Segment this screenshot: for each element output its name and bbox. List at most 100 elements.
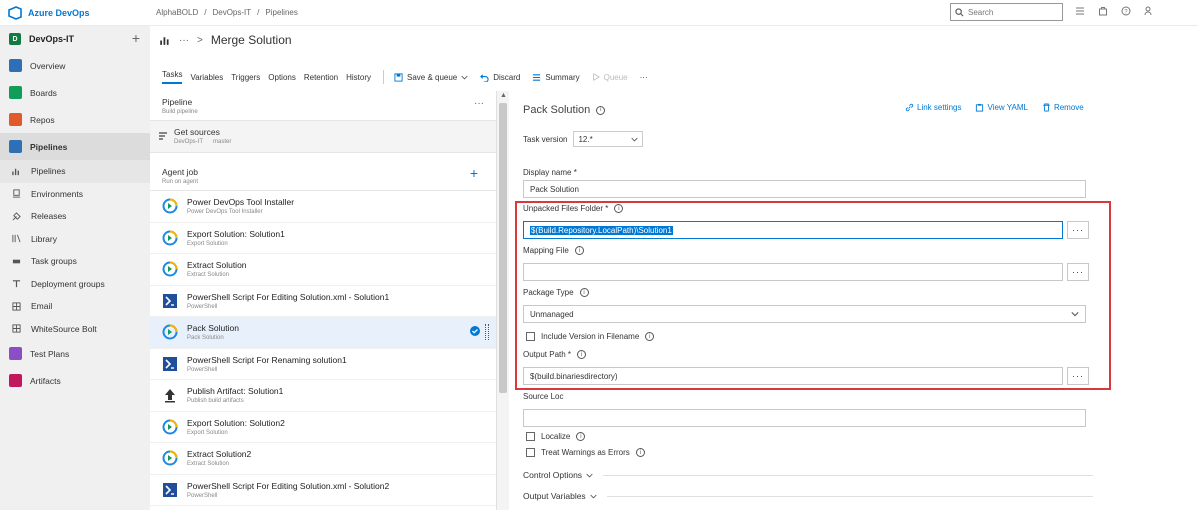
powershell-icon	[162, 356, 178, 372]
list-icon[interactable]	[1075, 6, 1085, 16]
help-icon[interactable]: ?	[1121, 6, 1131, 16]
browse-unpacked-button[interactable]: ···	[1067, 221, 1089, 239]
azure-devops-logo[interactable]: Azure DevOps	[8, 6, 90, 20]
unpacked-folder-input[interactable]: $(Build.Repository.LocalPath)\Solution1	[523, 221, 1063, 239]
tab-tasks[interactable]: Tasks	[162, 70, 183, 84]
tab-options[interactable]: Options	[268, 73, 296, 82]
task-actions: Link settings View YAML Remove	[905, 103, 1084, 112]
include-version-checkbox[interactable]: Include Version in Filename i	[526, 332, 655, 341]
link-settings-button[interactable]: Link settings	[905, 103, 961, 112]
info-icon[interactable]: i	[635, 448, 645, 457]
checkbox-box[interactable]	[526, 432, 535, 441]
search-box[interactable]	[950, 3, 1063, 21]
treat-warnings-checkbox[interactable]: Treat Warnings as Errors i	[526, 448, 645, 457]
breadcrumb-pipelines[interactable]: Pipelines	[265, 8, 297, 17]
sidebar-subitem-deployment-groups[interactable]: Deployment groups	[0, 273, 150, 296]
queue-button[interactable]: Queue	[592, 73, 628, 82]
control-options-section[interactable]: Control Options	[523, 470, 1093, 480]
chevron-down-icon	[586, 473, 593, 478]
task-row[interactable]: Export Solution: Solution2 Export Solutio…	[150, 412, 496, 443]
task-row[interactable]: PowerShell Script For Editing Solution.x…	[150, 475, 496, 506]
info-icon[interactable]: i	[577, 350, 587, 359]
sidebar-subitem-label: Pipelines	[31, 166, 66, 177]
sidebar-subitem-pipelines[interactable]: Pipelines	[0, 160, 150, 183]
task-row[interactable]: Power DevOps Tool Installer Power DevOps …	[150, 191, 496, 223]
sidebar-item-test-plans[interactable]: Test Plans	[0, 340, 150, 367]
tab-variables[interactable]: Variables	[190, 73, 223, 82]
output-path-label: Output Path * i	[523, 350, 587, 359]
tab-retention[interactable]: Retention	[304, 73, 338, 82]
output-variables-section[interactable]: Output Variables	[523, 491, 1093, 501]
sidebar-item-repos[interactable]: Repos	[0, 106, 150, 133]
add-task-icon[interactable]: +	[470, 165, 478, 181]
pipeline-node[interactable]: Pipeline Build pipeline ···	[150, 91, 496, 121]
agent-job-node[interactable]: Agent job Run on agent +	[150, 153, 496, 191]
sidebar-subitem-library[interactable]: Library	[0, 228, 150, 251]
drag-handle-icon[interactable]	[485, 324, 489, 340]
breadcrumb-project[interactable]: DevOps-IT	[212, 8, 251, 17]
package-type-select[interactable]: Unmanaged	[523, 305, 1086, 323]
user-settings-icon[interactable]	[1144, 6, 1154, 16]
tab-triggers[interactable]: Triggers	[231, 73, 260, 82]
info-icon[interactable]: i	[596, 105, 606, 115]
search-input[interactable]	[968, 7, 1058, 17]
checkbox-box[interactable]	[526, 332, 535, 341]
remove-button[interactable]: Remove	[1042, 103, 1084, 112]
sidebar-subitem-whitesource-bolt[interactable]: WhiteSource Bolt	[0, 318, 150, 341]
sidebar-item-artifacts[interactable]: Artifacts	[0, 367, 150, 394]
pipelines-icon	[9, 140, 22, 153]
display-name-input[interactable]: Pack Solution	[523, 180, 1086, 198]
task-row[interactable]: Pack Solution Pack Solution	[150, 317, 496, 349]
localize-checkbox[interactable]: Localize i	[526, 432, 586, 441]
sidebar-item-overview[interactable]: Overview	[0, 52, 150, 79]
new-project-icon[interactable]: +	[132, 30, 140, 46]
view-yaml-button[interactable]: View YAML	[975, 103, 1028, 112]
shopping-bag-icon[interactable]	[1098, 6, 1108, 16]
pipeline-more-button[interactable]: ···	[474, 98, 484, 109]
source-loc-input[interactable]	[523, 409, 1086, 427]
info-icon[interactable]: i	[576, 432, 586, 441]
sidebar-subitem-email[interactable]: Email	[0, 295, 150, 318]
scroll-up-icon[interactable]: ▲	[500, 92, 507, 99]
org-selector[interactable]: D DevOps-IT +	[0, 26, 150, 52]
task-version-select[interactable]: 12.*	[573, 131, 644, 147]
task-row[interactable]: Extract Solution Extract Solution	[150, 254, 496, 286]
summary-icon	[533, 73, 541, 81]
more-actions-button[interactable]: ···	[640, 73, 648, 82]
sidebar-subitem-task-groups[interactable]: Task groups	[0, 250, 150, 273]
sidebar-subitem-environments[interactable]: Environments	[0, 183, 150, 206]
deployment-groups-icon	[12, 280, 21, 288]
output-path-input[interactable]: $(build.binariesdirectory)	[523, 367, 1063, 385]
task-list-scrollbar[interactable]: ▲	[497, 91, 509, 510]
checkbox-box[interactable]	[526, 448, 535, 457]
info-icon[interactable]: i	[645, 332, 655, 341]
more-breadcrumb-button[interactable]: ···	[179, 35, 189, 46]
summary-button[interactable]: Summary	[532, 73, 580, 82]
get-sources-meta: DevOps-IT master	[174, 139, 231, 145]
scrollbar-thumb[interactable]	[499, 103, 507, 393]
sidebar-subitem-releases[interactable]: Releases	[0, 205, 150, 228]
task-row[interactable]: PowerShell Script For Renaming solution1…	[150, 349, 496, 380]
sidebar-item-pipelines[interactable]: Pipelines	[0, 133, 150, 160]
tab-history[interactable]: History	[346, 73, 371, 82]
info-icon[interactable]: i	[614, 204, 624, 213]
get-sources-node[interactable]: Get sources DevOps-IT master	[150, 121, 496, 153]
sidebar-item-boards[interactable]: Boards	[0, 79, 150, 106]
remove-label: Remove	[1053, 103, 1084, 112]
test-plans-icon	[9, 347, 22, 360]
task-row[interactable]: Extract Solution2 Extract Solution	[150, 443, 496, 475]
task-row[interactable]: Publish Artifact: Solution1 Publish build…	[150, 380, 496, 412]
browse-mapping-button[interactable]: ···	[1067, 263, 1089, 281]
mapping-file-input[interactable]	[523, 263, 1063, 281]
sidebar-item-label: Boards	[30, 87, 57, 98]
info-icon[interactable]: i	[579, 288, 589, 297]
save-queue-button[interactable]: Save & queue	[394, 73, 468, 82]
task-row-subtitle: Extract Solution	[187, 272, 230, 279]
browse-output-button[interactable]: ···	[1067, 367, 1089, 385]
task-row[interactable]: Export Solution: Solution1 Export Solutio…	[150, 223, 496, 254]
info-icon[interactable]: i	[574, 246, 584, 255]
discard-button[interactable]: Discard	[480, 73, 520, 82]
task-row[interactable]: PowerShell Script For Editing Solution.x…	[150, 286, 496, 317]
task-rows: Power DevOps Tool Installer Power DevOps …	[150, 191, 496, 506]
breadcrumb-org[interactable]: AlphaBOLD	[156, 8, 198, 17]
